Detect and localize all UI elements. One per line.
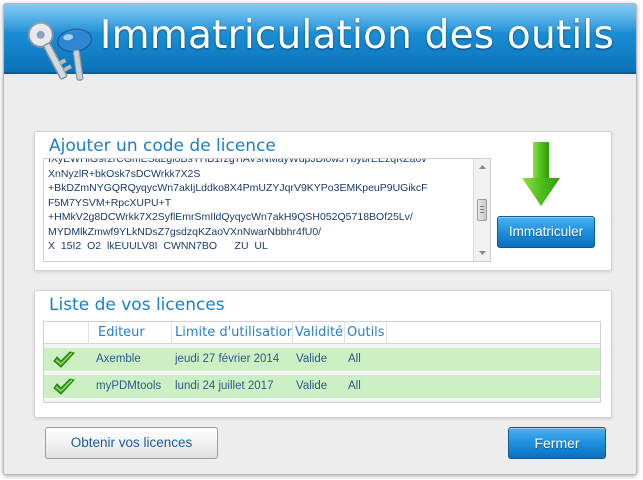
- row-limit: lundi 24 juillet 2017: [175, 380, 274, 392]
- keys-icon: [27, 21, 93, 81]
- licence-list-title: Liste de vos licences: [49, 295, 225, 315]
- column-separator[interactable]: [88, 322, 89, 344]
- row-editor: myPDMtools: [96, 380, 162, 392]
- header-banner: Immatriculation des outils: [4, 4, 636, 81]
- green-down-arrow-icon: [522, 142, 560, 206]
- check-icon: [53, 351, 75, 368]
- row-editor: Axemble: [96, 353, 141, 365]
- column-header-limit[interactable]: Limite d'utilisation: [175, 325, 293, 340]
- window-title: Immatriculation des outils: [99, 13, 614, 58]
- licence-window: Immatriculation des outils Ajouter un co…: [3, 3, 637, 475]
- register-button[interactable]: Immatriculer: [497, 216, 595, 248]
- column-separator[interactable]: [171, 322, 172, 344]
- licence-code-text[interactable]: IXyEWHlG9rzrCGmESaLgloBsYHB1rzg7lAVsNMay…: [48, 159, 470, 254]
- licence-table-header: Editeur Limite d'utilisation Validité Ou…: [44, 322, 600, 344]
- row-limit: jeudi 27 février 2014: [175, 353, 280, 365]
- scroll-down-arrow-icon[interactable]: [478, 248, 487, 257]
- column-separator[interactable]: [386, 322, 387, 344]
- row-tools: All: [348, 380, 361, 392]
- licence-code-scrollbar[interactable]: [473, 159, 490, 261]
- add-licence-panel: Ajouter un code de licence IXyEWHlG9rzrC…: [34, 131, 612, 271]
- column-separator[interactable]: [344, 322, 345, 344]
- table-row[interactable]: myPDMtools lundi 24 juillet 2017 Valide …: [44, 375, 600, 399]
- licence-table: Editeur Limite d'utilisation Validité Ou…: [43, 321, 601, 403]
- row-validity: Valide: [296, 380, 328, 392]
- column-header-validity[interactable]: Validité: [295, 325, 343, 340]
- row-tools: All: [348, 353, 361, 365]
- scrollbar-thumb[interactable]: [477, 199, 487, 221]
- column-header-tools[interactable]: Outils: [347, 325, 385, 340]
- close-button[interactable]: Fermer: [508, 427, 606, 459]
- add-licence-title: Ajouter un code de licence: [49, 136, 276, 156]
- row-validity: Valide: [296, 353, 328, 365]
- column-header-editor[interactable]: Editeur: [98, 325, 145, 340]
- get-licences-button[interactable]: Obtenir vos licences: [45, 427, 218, 459]
- check-icon: [53, 378, 75, 395]
- licence-list-panel: Liste de vos licences Editeur Limite d'u…: [34, 290, 612, 418]
- column-separator[interactable]: [292, 322, 293, 344]
- licence-code-textarea[interactable]: IXyEWHlG9rzrCGmESaLgloBsYHB1rzg7lAVsNMay…: [43, 158, 491, 262]
- table-row[interactable]: Axemble jeudi 27 février 2014 Valide All: [44, 348, 600, 372]
- scroll-up-arrow-icon[interactable]: [478, 163, 487, 172]
